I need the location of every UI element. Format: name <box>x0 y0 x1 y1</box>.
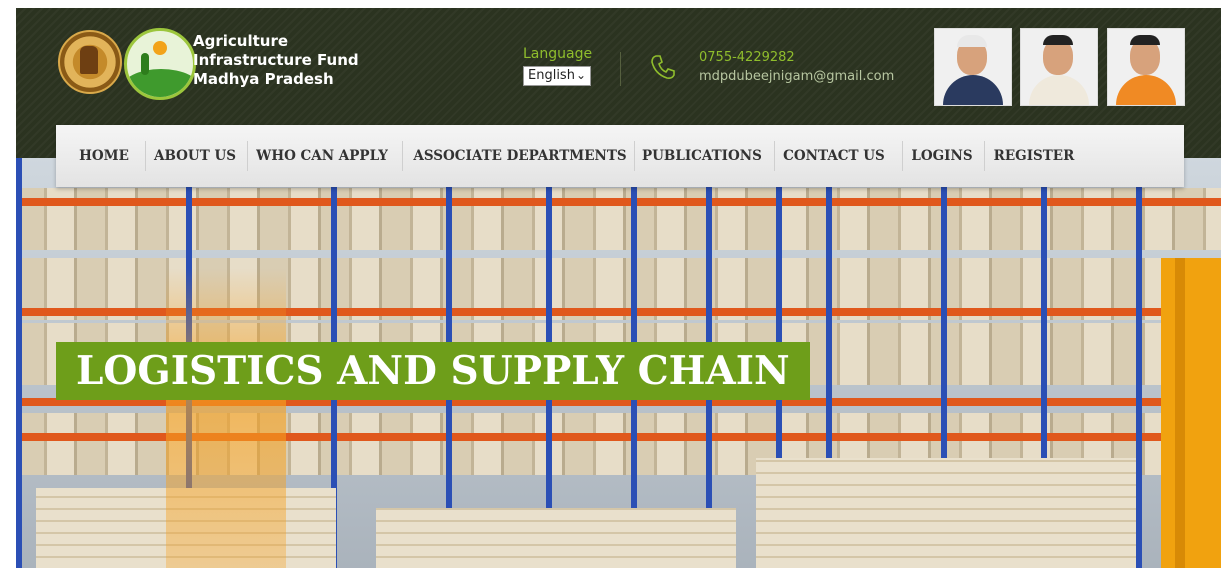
aif-logo-icon[interactable] <box>124 28 196 100</box>
chevron-down-icon: ⌄ <box>575 68 586 82</box>
brand-line-1: Agriculture <box>193 32 289 50</box>
brand-line-2: Infrastructure Fund <box>193 51 359 69</box>
leader-photo-2 <box>1020 28 1098 106</box>
banner-headline: LOGISTICS AND SUPPLY CHAIN <box>56 342 810 400</box>
nav-home[interactable]: HOME <box>72 125 136 187</box>
nav-about-us[interactable]: ABOUT US <box>152 125 238 187</box>
brand-line-3: Madhya Pradesh <box>193 70 334 88</box>
nav-associate-departments[interactable]: ASSOCIATE DEPARTMENTS <box>408 125 632 187</box>
leader-photo-3 <box>1107 28 1185 106</box>
nav-register[interactable]: REGISTER <box>990 125 1078 187</box>
nav-publications[interactable]: PUBLICATIONS <box>642 125 762 187</box>
contact-email[interactable]: mdpdubeejnigam@gmail.com <box>699 69 894 84</box>
contact-phone[interactable]: 0755-4229282 <box>699 50 795 65</box>
phone-icon <box>651 55 675 79</box>
leader-photo-1 <box>934 28 1012 106</box>
nav-logins[interactable]: LOGINS <box>908 125 976 187</box>
page-frame: Agriculture Infrastructure Fund Madhya P… <box>16 8 1221 568</box>
language-label: Language <box>523 46 593 62</box>
nav-contact-us[interactable]: CONTACT US <box>782 125 886 187</box>
state-emblem-icon[interactable] <box>58 30 122 94</box>
main-nav: HOME ABOUT US WHO CAN APPLY ASSOCIATE DE… <box>56 125 1184 187</box>
brand-title[interactable]: Agriculture Infrastructure Fund Madhya P… <box>193 32 359 89</box>
forklift <box>1161 258 1221 568</box>
language-selected-value: English <box>528 68 575 83</box>
nav-who-can-apply[interactable]: WHO CAN APPLY <box>255 125 389 187</box>
language-select[interactable]: English ⌄ <box>523 66 591 86</box>
header-divider <box>620 52 621 86</box>
